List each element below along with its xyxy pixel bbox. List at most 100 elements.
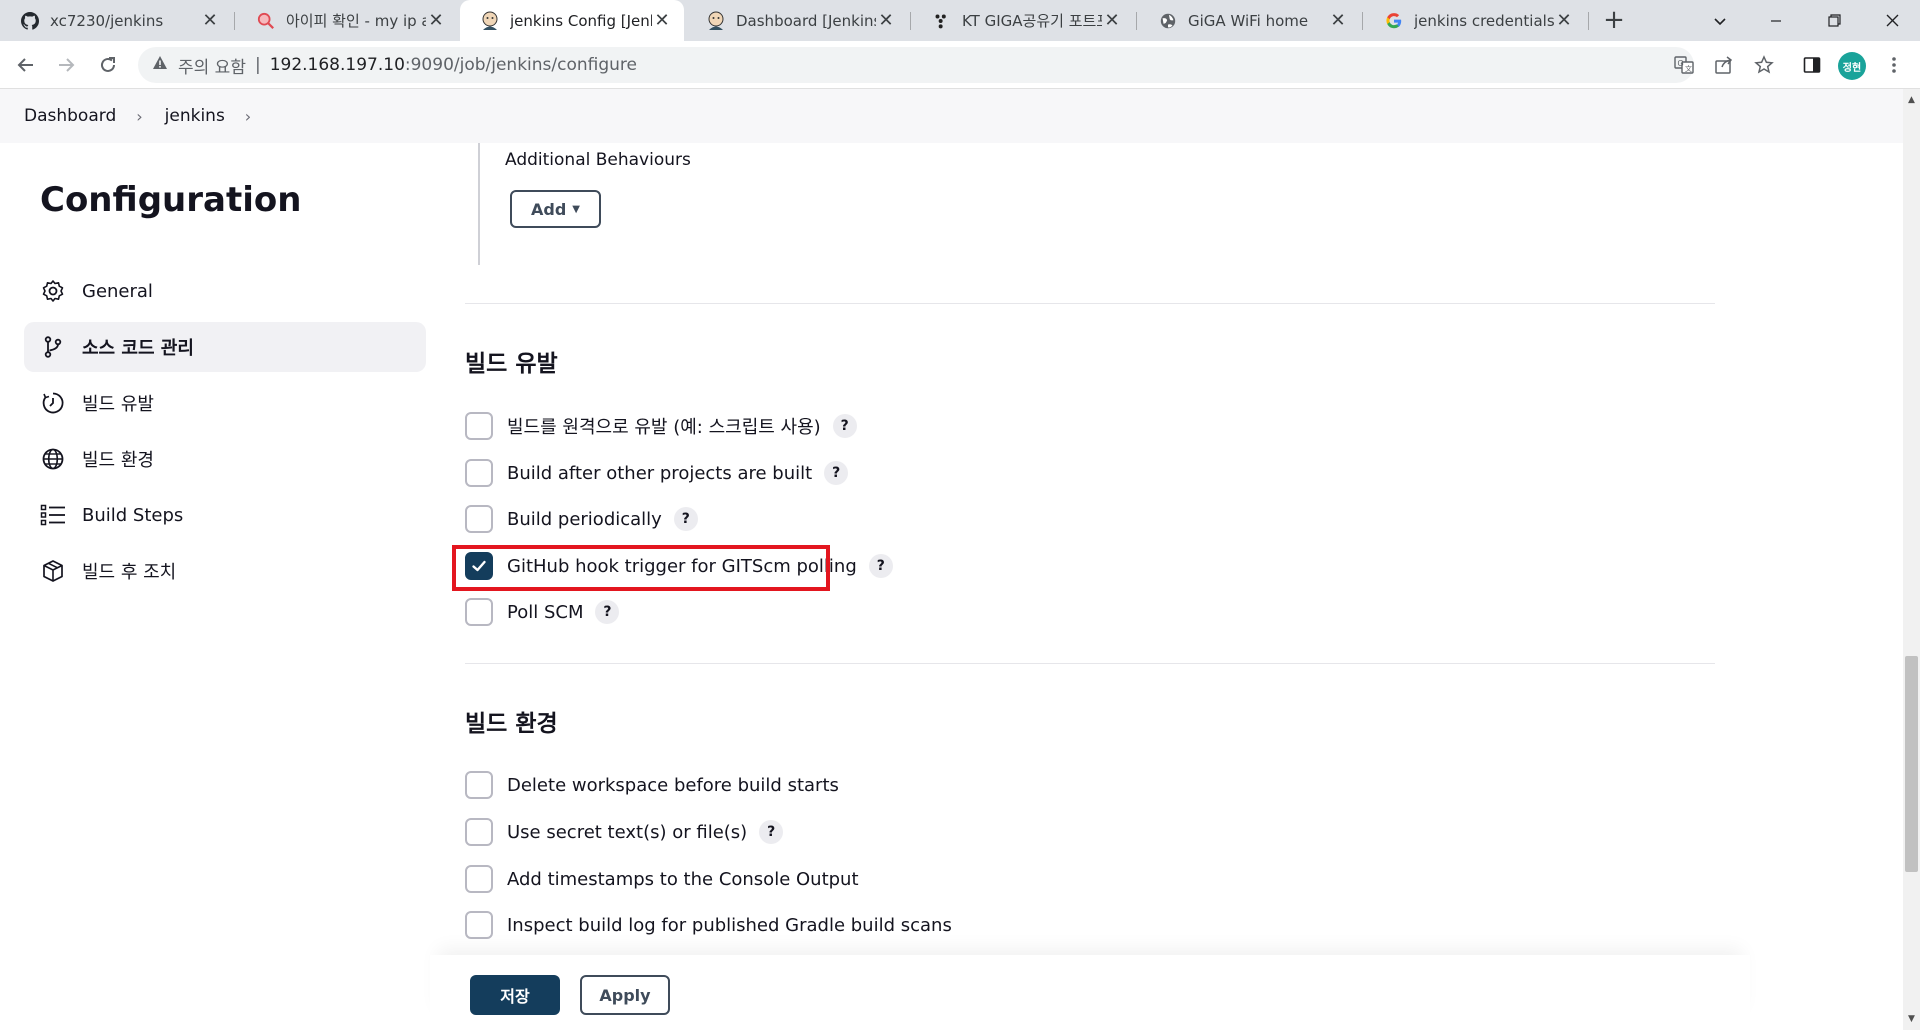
sidebar-item-label: Build Steps [82, 504, 184, 526]
github-icon [20, 11, 40, 31]
sidebar-item-label: General [82, 280, 153, 302]
sidebar-item-label: 빌드 환경 [82, 450, 154, 471]
tab-separator [910, 12, 911, 30]
globe-icon [1158, 11, 1178, 31]
section-divider [465, 663, 1715, 664]
trigger-periodically-checkbox[interactable] [465, 505, 493, 533]
chevron-right-icon[interactable]: › [245, 107, 251, 126]
new-tab-button[interactable]: + [1598, 4, 1630, 36]
chevron-right-icon: › [136, 106, 143, 126]
tab-separator [234, 12, 235, 30]
page-title: Configuration [40, 180, 302, 220]
option-label[interactable]: Build periodically [507, 509, 662, 530]
breadcrumb-dashboard[interactable]: Dashboard [24, 106, 116, 126]
translate-icon[interactable]: G文 [1668, 49, 1700, 81]
browser-tab[interactable]: 아이피 확인 - my ip a ✕ [236, 0, 458, 41]
option-label[interactable]: 빌드를 원격으로 유발 (예: 스크립트 사용) [507, 413, 821, 439]
address-divider: | [254, 55, 261, 75]
side-panel-icon[interactable] [1796, 49, 1828, 81]
option-label[interactable]: Inspect build log for published Gradle b… [507, 915, 952, 936]
sidebar-item-build-env[interactable]: 빌드 환경 [24, 434, 426, 484]
tab-title: jenkins Config [Jenkins] [510, 11, 652, 30]
url-host: 192.168.197.10 [269, 55, 405, 75]
browser-tab[interactable]: GiGA WiFi home ✕ [1138, 0, 1360, 41]
minimize-icon[interactable] [1748, 0, 1804, 41]
trigger-periodically-option: Build periodically ? [465, 504, 698, 534]
help-icon[interactable]: ? [595, 600, 620, 624]
help-icon[interactable]: ? [673, 507, 698, 531]
browser-toolbar: 주의 요함 | 192.168.197.10:9090/job/jenkins/… [0, 41, 1920, 89]
close-icon[interactable]: ✕ [876, 10, 896, 31]
save-button[interactable]: 저장 [470, 975, 560, 1015]
option-label[interactable]: Use secret text(s) or file(s) [507, 822, 747, 843]
bookmark-star-icon[interactable] [1748, 49, 1780, 81]
tab-title: jenkins credentials 추 [1414, 12, 1554, 30]
close-icon[interactable]: ✕ [1102, 10, 1122, 31]
help-icon[interactable]: ? [759, 820, 784, 844]
option-label[interactable]: Build after other projects are built [507, 463, 812, 484]
trigger-poll-scm-checkbox[interactable] [465, 598, 493, 626]
globe-icon [40, 446, 66, 472]
reload-icon[interactable] [92, 49, 124, 81]
add-behaviour-button[interactable]: Add ▼ [510, 190, 601, 228]
apply-button[interactable]: Apply [580, 975, 670, 1015]
browser-tab-active[interactable]: jenkins Config [Jenkins] ✕ [460, 0, 684, 41]
tab-separator [1136, 12, 1137, 30]
env-delete-workspace-checkbox[interactable] [465, 771, 493, 799]
option-label[interactable]: Delete workspace before build starts [507, 775, 839, 796]
help-icon[interactable]: ? [832, 414, 857, 438]
sidebar-item-general[interactable]: General [24, 266, 426, 316]
scroll-up-arrow-icon[interactable]: ▲ [1903, 93, 1920, 107]
tab-title: Dashboard [Jenkins] [736, 11, 876, 30]
sidebar-item-scm[interactable]: 소스 코드 관리 [24, 322, 426, 372]
close-icon[interactable]: ✕ [1554, 10, 1574, 31]
scroll-down-arrow-icon[interactable]: ▼ [1903, 1012, 1920, 1026]
sidebar-item-label: 소스 코드 관리 [82, 338, 194, 359]
url-path: :9090/job/jenkins/configure [404, 55, 638, 75]
browser-tab[interactable]: jenkins credentials 추 ✕ [1364, 0, 1586, 41]
restore-icon[interactable] [1806, 0, 1862, 41]
close-icon[interactable]: ✕ [426, 10, 446, 31]
page-scrollbar[interactable]: ▲ ▼ [1903, 89, 1920, 1030]
close-icon[interactable]: ✕ [200, 10, 220, 31]
breadcrumb-jenkins[interactable]: jenkins [165, 106, 225, 126]
address-bar[interactable]: 주의 요함 | 192.168.197.10:9090/job/jenkins/… [138, 47, 1694, 83]
section-divider [465, 303, 1715, 304]
trigger-after-other-checkbox[interactable] [465, 459, 493, 487]
warning-triangle-icon[interactable] [152, 55, 168, 76]
sidebar-item-build-triggers[interactable]: 빌드 유발 [24, 378, 426, 428]
help-icon[interactable]: ? [868, 554, 893, 578]
branch-icon [40, 334, 66, 360]
close-icon[interactable]: ✕ [652, 10, 672, 31]
jenkins-icon [480, 11, 500, 31]
back-arrow-icon[interactable] [10, 49, 42, 81]
sidebar-item-build-steps[interactable]: Build Steps [24, 490, 426, 540]
env-gradle-scans-option: Inspect build log for published Gradle b… [465, 910, 952, 940]
env-gradle-scans-checkbox[interactable] [465, 911, 493, 939]
option-label[interactable]: Add timestamps to the Console Output [507, 869, 859, 890]
share-icon[interactable] [1708, 49, 1740, 81]
trigger-remote-checkbox[interactable] [465, 412, 493, 440]
clock-icon [40, 390, 66, 416]
browser-tab[interactable]: Dashboard [Jenkins] ✕ [686, 0, 908, 41]
tab-title: KT GIGA공유기 포트포 [962, 12, 1102, 30]
close-icon[interactable]: ✕ [1328, 10, 1348, 31]
kt-icon [932, 11, 952, 31]
list-icon [40, 502, 66, 528]
option-label[interactable]: Poll SCM [507, 602, 583, 623]
kebab-menu-icon[interactable] [1878, 49, 1910, 81]
scroll-thumb[interactable] [1905, 656, 1918, 872]
tab-search-chevron-icon[interactable] [1692, 0, 1748, 41]
help-icon[interactable]: ? [824, 461, 849, 485]
forward-arrow-icon[interactable] [50, 49, 82, 81]
window-close-icon[interactable] [1864, 0, 1920, 41]
browser-tab[interactable]: KT GIGA공유기 포트포 ✕ [912, 0, 1134, 41]
caret-down-icon: ▼ [572, 203, 580, 215]
env-timestamps-checkbox[interactable] [465, 865, 493, 893]
security-warning-label: 주의 요함 [178, 57, 246, 78]
sidebar-item-post-build[interactable]: 빌드 후 조치 [24, 546, 426, 596]
env-secret-text-checkbox[interactable] [465, 818, 493, 846]
profile-avatar[interactable]: 정현 [1838, 52, 1866, 80]
browser-tab[interactable]: xc7230/jenkins ✕ [0, 0, 232, 41]
env-secret-text-option: Use secret text(s) or file(s) ? [465, 817, 784, 847]
